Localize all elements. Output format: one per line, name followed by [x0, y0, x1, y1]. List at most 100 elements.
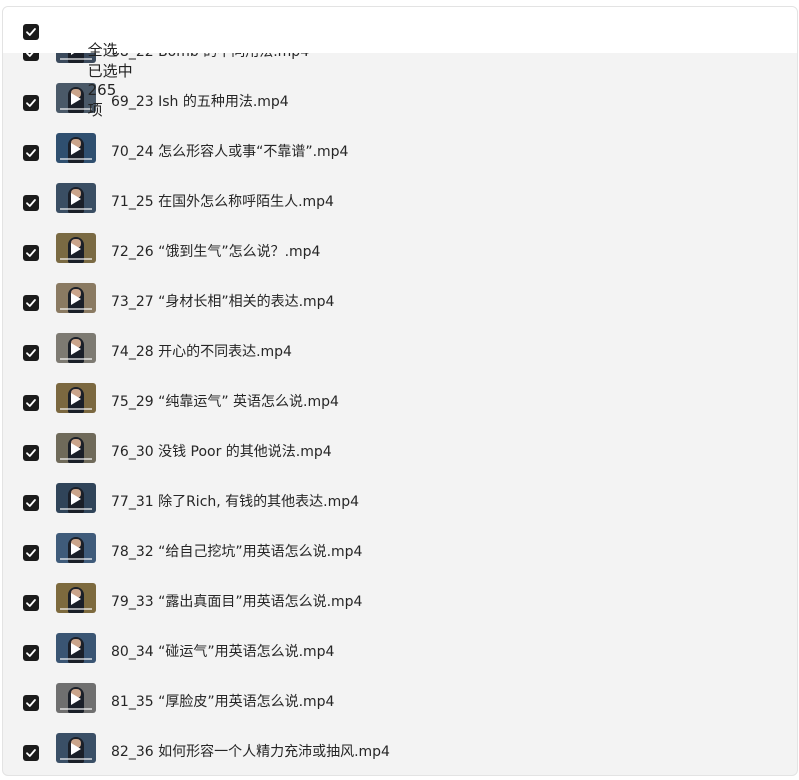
file-checkbox[interactable]: [23, 245, 39, 261]
file-name: 82_36 如何形容一个人精力充沛或抽风.mp4: [111, 744, 390, 760]
file-name: 78_32 “给自己挖坑”用英语怎么说.mp4: [111, 544, 363, 560]
file-name: 79_33 “露出真面目”用英语怎么说.mp4: [111, 594, 363, 610]
subtitle-bar: [60, 608, 92, 610]
subtitle-bar: [60, 258, 92, 260]
file-checkbox[interactable]: [23, 495, 39, 511]
file-checkbox[interactable]: [23, 595, 39, 611]
video-thumbnail: [56, 283, 96, 313]
file-row[interactable]: 80_34 “碰运气”用英语怎么说.mp4: [3, 628, 797, 678]
check-icon: [26, 599, 36, 607]
subtitle-bar: [60, 758, 92, 760]
file-name: 70_24 怎么形容人或事“不靠谱”.mp4: [111, 144, 349, 160]
file-row[interactable]: 75_29 “纯靠运气” 英语怎么说.mp4: [3, 378, 797, 428]
selected-count: 265: [87, 81, 117, 99]
play-icon: [71, 443, 81, 455]
file-name: 81_35 “厚脸皮”用英语怎么说.mp4: [111, 694, 335, 710]
subtitle-bar: [60, 408, 92, 410]
file-name: 73_27 “身材长相”相关的表达.mp4: [111, 294, 335, 310]
play-icon: [71, 193, 81, 205]
file-checkbox[interactable]: [23, 445, 39, 461]
file-name: 74_28 开心的不同表达.mp4: [111, 344, 292, 360]
play-icon: [71, 243, 81, 255]
file-checkbox[interactable]: [23, 645, 39, 661]
video-thumbnail: [56, 683, 96, 713]
file-row[interactable]: 79_33 “露出真面目”用英语怎么说.mp4: [3, 578, 797, 628]
subtitle-bar: [60, 558, 92, 560]
file-selection-panel: 68_22 Bomb 的不同用法.mp469_23 Ish 的五种用法.mp47…: [2, 6, 798, 776]
video-thumbnail: [56, 533, 96, 563]
check-icon: [26, 749, 36, 757]
play-icon: [71, 393, 81, 405]
file-row[interactable]: 71_25 在国外怎么称呼陌生人.mp4: [3, 178, 797, 228]
video-thumbnail: [56, 383, 96, 413]
file-name: 75_29 “纯靠运气” 英语怎么说.mp4: [111, 394, 339, 410]
selection-header: 全选 已选中 265 项: [3, 7, 797, 119]
play-icon: [71, 143, 81, 155]
subtitle-bar: [60, 458, 92, 460]
file-row[interactable]: 72_26 “饿到生气”怎么说？.mp4: [3, 228, 797, 278]
file-row[interactable]: 82_36 如何形容一个人精力充沛或抽风.mp4: [3, 728, 797, 775]
check-icon: [26, 549, 36, 557]
select-all-label[interactable]: 全选: [88, 41, 118, 59]
file-row[interactable]: 74_28 开心的不同表达.mp4: [3, 328, 797, 378]
file-checkbox[interactable]: [23, 545, 39, 561]
selected-prefix: 已选中: [87, 62, 133, 80]
check-icon: [26, 149, 36, 157]
play-icon: [71, 543, 81, 555]
video-thumbnail: [56, 483, 96, 513]
check-icon: [26, 99, 36, 107]
file-checkbox[interactable]: [23, 95, 39, 111]
file-checkbox[interactable]: [23, 695, 39, 711]
check-icon: [26, 349, 36, 357]
file-row[interactable]: 77_31 除了Rich, 有钱的其他表达.mp4: [3, 478, 797, 528]
check-icon: [26, 199, 36, 207]
file-row[interactable]: 76_30 没钱 Poor 的其他说法.mp4: [3, 428, 797, 478]
check-icon: [26, 649, 36, 657]
file-checkbox[interactable]: [23, 395, 39, 411]
subtitle-bar: [60, 658, 92, 660]
check-icon: [26, 499, 36, 507]
subtitle-bar: [60, 158, 92, 160]
file-name: 72_26 “饿到生气”怎么说？.mp4: [111, 244, 321, 260]
video-thumbnail: [56, 583, 96, 613]
video-thumbnail: [56, 233, 96, 263]
selection-summary: 全选 已选中 265 项: [59, 21, 139, 138]
play-icon: [71, 293, 81, 305]
select-all-checkbox[interactable]: [23, 24, 39, 40]
file-row[interactable]: 81_35 “厚脸皮”用英语怎么说.mp4: [3, 678, 797, 728]
file-name: 80_34 “碰运气”用英语怎么说.mp4: [111, 644, 335, 660]
play-icon: [71, 593, 81, 605]
file-name: 77_31 除了Rich, 有钱的其他表达.mp4: [111, 494, 360, 510]
file-name: 71_25 在国外怎么称呼陌生人.mp4: [111, 194, 334, 210]
file-checkbox[interactable]: [23, 195, 39, 211]
check-icon: [26, 28, 36, 36]
subtitle-bar: [60, 508, 92, 510]
play-icon: [71, 643, 81, 655]
file-checkbox[interactable]: [23, 745, 39, 761]
file-checkbox[interactable]: [23, 345, 39, 361]
video-thumbnail: [56, 433, 96, 463]
file-checkbox[interactable]: [23, 145, 39, 161]
video-thumbnail: [56, 733, 96, 763]
check-icon: [26, 399, 36, 407]
video-thumbnail: [56, 333, 96, 363]
play-icon: [71, 343, 81, 355]
subtitle-bar: [60, 708, 92, 710]
video-thumbnail: [56, 183, 96, 213]
file-checkbox[interactable]: [23, 295, 39, 311]
check-icon: [26, 299, 36, 307]
play-icon: [71, 693, 81, 705]
video-thumbnail: [56, 633, 96, 663]
subtitle-bar: [60, 358, 92, 360]
check-icon: [26, 699, 36, 707]
selected-suffix: 项: [87, 101, 103, 119]
play-icon: [71, 493, 81, 505]
subtitle-bar: [60, 308, 92, 310]
check-icon: [26, 449, 36, 457]
file-row[interactable]: 78_32 “给自己挖坑”用英语怎么说.mp4: [3, 528, 797, 578]
check-icon: [26, 249, 36, 257]
play-icon: [71, 743, 81, 755]
subtitle-bar: [60, 208, 92, 210]
file-row[interactable]: 73_27 “身材长相”相关的表达.mp4: [3, 278, 797, 328]
file-name: 76_30 没钱 Poor 的其他说法.mp4: [111, 444, 332, 460]
